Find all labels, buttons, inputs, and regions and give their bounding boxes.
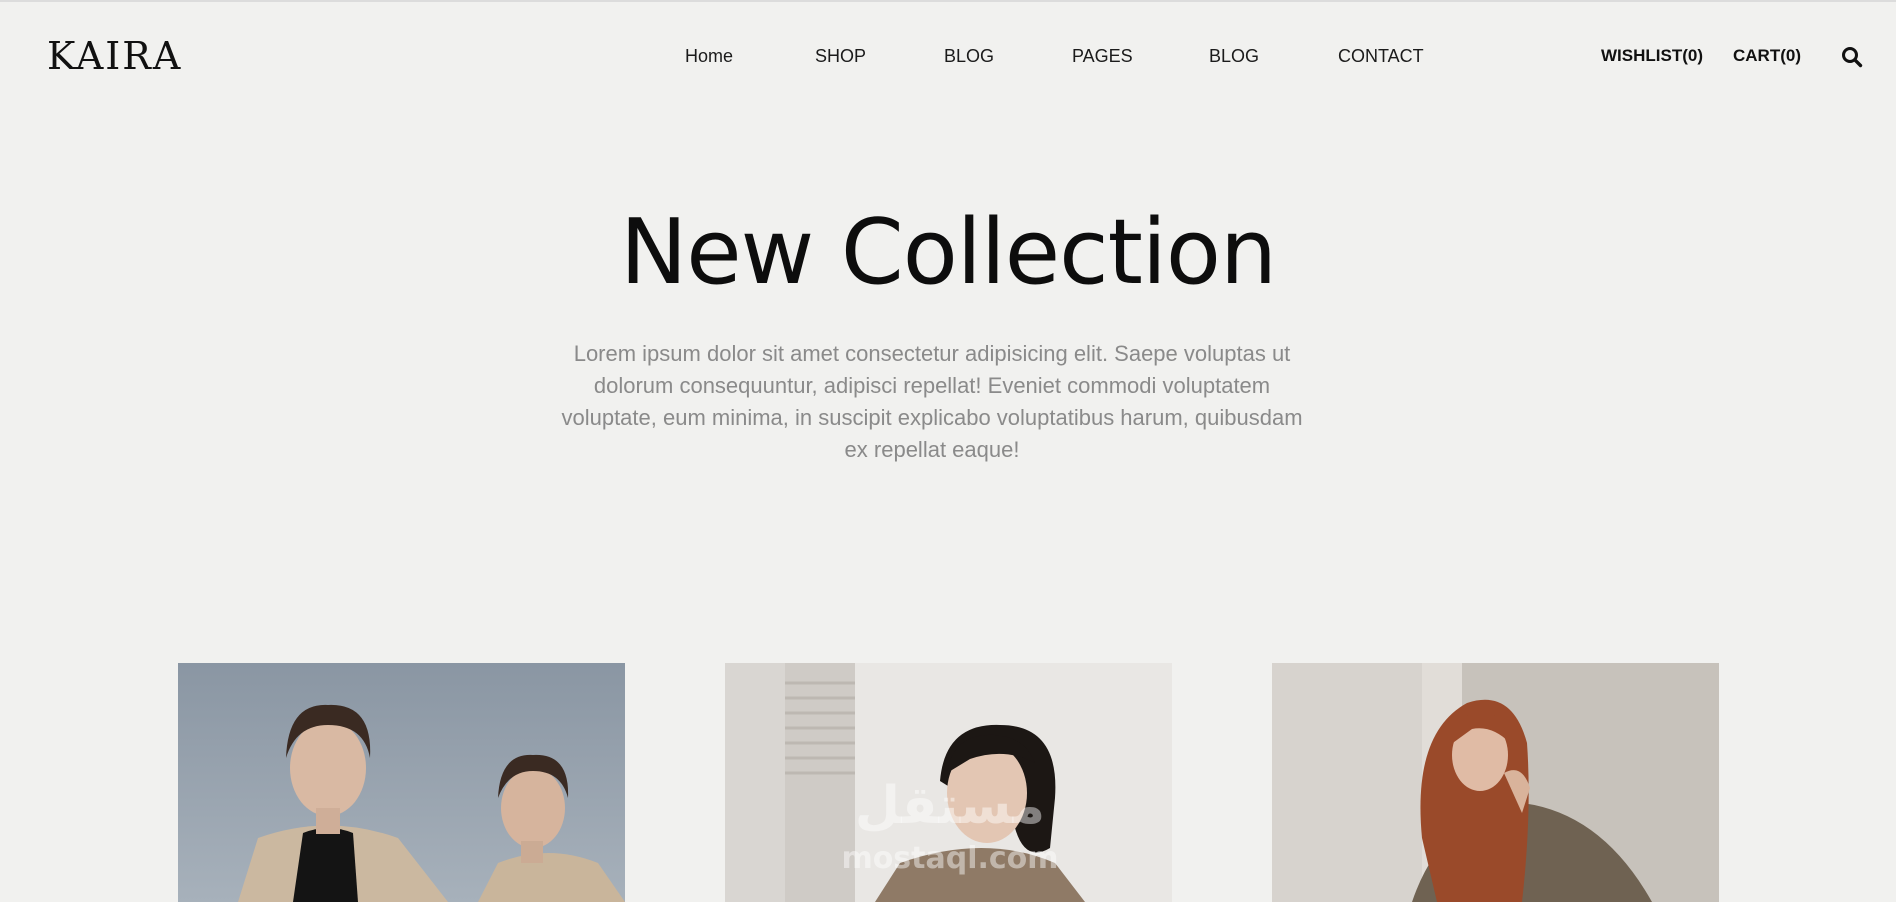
nav-item-home[interactable]: Home bbox=[685, 46, 733, 67]
product-image-3 bbox=[1272, 663, 1719, 902]
nav-item-pages[interactable]: PAGES bbox=[1072, 46, 1133, 67]
product-image-1 bbox=[178, 663, 625, 902]
watermark-text: mostaql.com bbox=[841, 841, 1058, 876]
wishlist-link[interactable]: WISHLIST(0) bbox=[1601, 46, 1703, 66]
watermark-arabic: مستقل bbox=[855, 776, 1045, 836]
site-logo[interactable]: KAIRA bbox=[47, 34, 182, 78]
search-button[interactable] bbox=[1841, 46, 1863, 68]
page: KAIRA Home SHOP BLOG PAGES BLOG CONTACT … bbox=[0, 0, 1896, 902]
cart-link[interactable]: CART(0) bbox=[1733, 46, 1801, 66]
product-image-2: مستقل mostaql.com bbox=[725, 663, 1172, 902]
nav-item-blog[interactable]: BLOG bbox=[944, 46, 994, 67]
product-card-3[interactable] bbox=[1272, 663, 1719, 902]
hero-title: New Collection bbox=[619, 200, 1277, 305]
top-divider bbox=[0, 0, 1896, 2]
nav-item-blog-2[interactable]: BLOG bbox=[1209, 46, 1259, 67]
nav-item-shop[interactable]: SHOP bbox=[815, 46, 866, 67]
hero-description: Lorem ipsum dolor sit amet consectetur a… bbox=[561, 341, 1303, 462]
nav-item-contact[interactable]: CONTACT bbox=[1338, 46, 1424, 67]
search-icon bbox=[1842, 47, 1863, 68]
product-card-1[interactable] bbox=[178, 663, 625, 902]
product-card-2[interactable]: مستقل mostaql.com bbox=[725, 663, 1172, 902]
